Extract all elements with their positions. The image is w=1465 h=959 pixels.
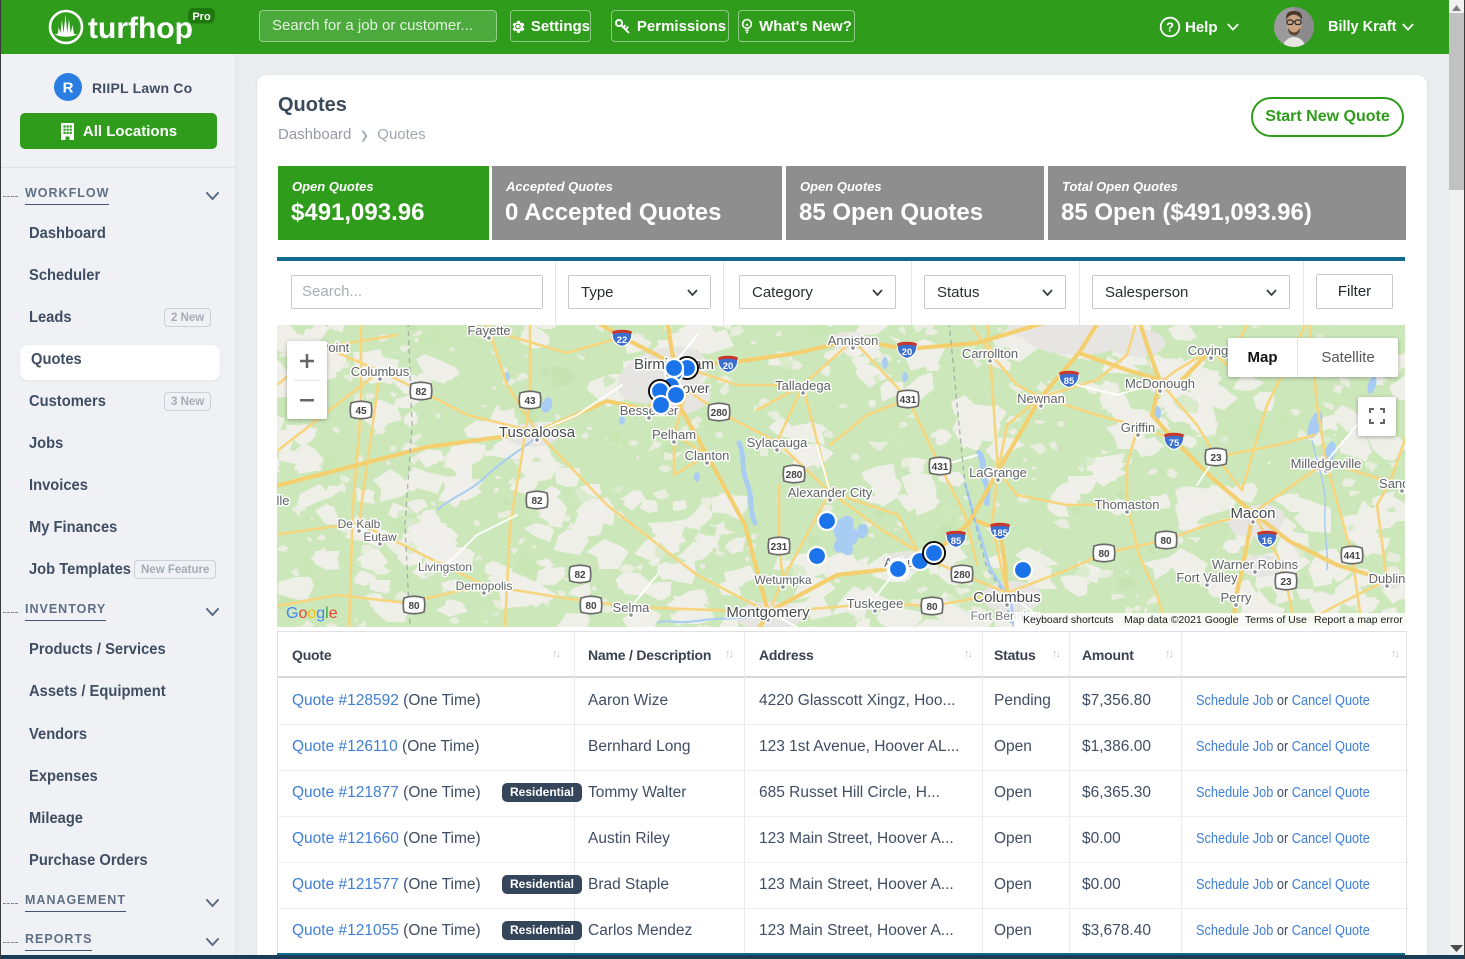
svg-text:Pro: Pro bbox=[192, 11, 211, 23]
svg-text:Livingston: Livingston bbox=[418, 560, 472, 574]
svg-text:R: R bbox=[63, 80, 74, 97]
svg-text:Eutaw: Eutaw bbox=[363, 530, 397, 544]
svg-text:Demopolis: Demopolis bbox=[456, 579, 513, 593]
svg-text:431: 431 bbox=[900, 395, 917, 406]
svg-text:Fayette: Fayette bbox=[467, 325, 510, 338]
svg-text:20: 20 bbox=[723, 361, 734, 372]
svg-text:431: 431 bbox=[932, 462, 949, 473]
svg-text:Newnan: Newnan bbox=[1017, 391, 1065, 406]
svg-text:Google: Google bbox=[286, 605, 338, 622]
svg-text:Columbus: Columbus bbox=[973, 589, 1041, 606]
svg-text:Alexander City: Alexander City bbox=[788, 485, 873, 500]
svg-text:20: 20 bbox=[902, 347, 913, 358]
svg-text:23: 23 bbox=[1280, 577, 1292, 588]
svg-text:Columbus: Columbus bbox=[351, 364, 410, 379]
svg-text:De Kalb: De Kalb bbox=[338, 517, 381, 531]
svg-text:lle: lle bbox=[277, 493, 290, 508]
svg-text:Tuskegee: Tuskegee bbox=[847, 596, 904, 611]
svg-text:Fort Valley: Fort Valley bbox=[1176, 570, 1238, 585]
svg-text:75: 75 bbox=[1169, 438, 1180, 449]
svg-text:Pelham: Pelham bbox=[652, 427, 696, 442]
svg-text:185: 185 bbox=[992, 528, 1009, 539]
svg-text:Tuscaloosa: Tuscaloosa bbox=[499, 424, 576, 441]
svg-text:441: 441 bbox=[1344, 551, 1361, 562]
svg-text:Perry: Perry bbox=[1220, 590, 1252, 605]
svg-text:Milledgeville: Milledgeville bbox=[1291, 456, 1362, 471]
svg-text:85: 85 bbox=[951, 536, 962, 547]
svg-text:Talladega: Talladega bbox=[775, 378, 831, 393]
svg-text:Dublin: Dublin bbox=[1369, 571, 1405, 586]
svg-text:80: 80 bbox=[1098, 549, 1110, 560]
svg-text:Griffin: Griffin bbox=[1121, 420, 1155, 435]
svg-text:?: ? bbox=[1166, 20, 1174, 35]
svg-text:280: 280 bbox=[711, 408, 728, 419]
svg-text:Sander: Sander bbox=[1379, 476, 1405, 491]
svg-text:43: 43 bbox=[524, 396, 536, 407]
svg-text:McDonough: McDonough bbox=[1125, 376, 1195, 391]
svg-text:Wetumpka: Wetumpka bbox=[754, 573, 811, 587]
svg-text:Carrollton: Carrollton bbox=[962, 346, 1018, 361]
svg-text:85: 85 bbox=[1064, 376, 1075, 387]
svg-text:80: 80 bbox=[585, 601, 597, 612]
svg-text:turfhop: turfhop bbox=[88, 12, 193, 45]
svg-text:82: 82 bbox=[574, 570, 586, 581]
svg-text:82: 82 bbox=[415, 387, 427, 398]
svg-text:Montgomery: Montgomery bbox=[726, 604, 810, 621]
svg-text:80: 80 bbox=[926, 602, 938, 613]
svg-text:82: 82 bbox=[531, 496, 543, 507]
svg-text:80: 80 bbox=[408, 601, 420, 612]
svg-text:Clanton: Clanton bbox=[685, 448, 730, 463]
svg-text:Macon: Macon bbox=[1230, 505, 1275, 522]
svg-text:LaGrange: LaGrange bbox=[969, 465, 1027, 480]
svg-text:80: 80 bbox=[1160, 536, 1172, 547]
svg-text:23: 23 bbox=[1210, 453, 1222, 464]
svg-text:Anniston: Anniston bbox=[828, 333, 879, 348]
svg-text:22: 22 bbox=[617, 335, 628, 346]
svg-text:16: 16 bbox=[1262, 536, 1273, 547]
svg-text:Sylacauga: Sylacauga bbox=[747, 435, 808, 450]
svg-text:Selma: Selma bbox=[613, 600, 651, 615]
svg-text:45: 45 bbox=[355, 406, 367, 417]
svg-text:280: 280 bbox=[786, 470, 803, 481]
svg-text:280: 280 bbox=[954, 570, 971, 581]
svg-text:Thomaston: Thomaston bbox=[1094, 497, 1159, 512]
svg-text:231: 231 bbox=[771, 542, 788, 553]
